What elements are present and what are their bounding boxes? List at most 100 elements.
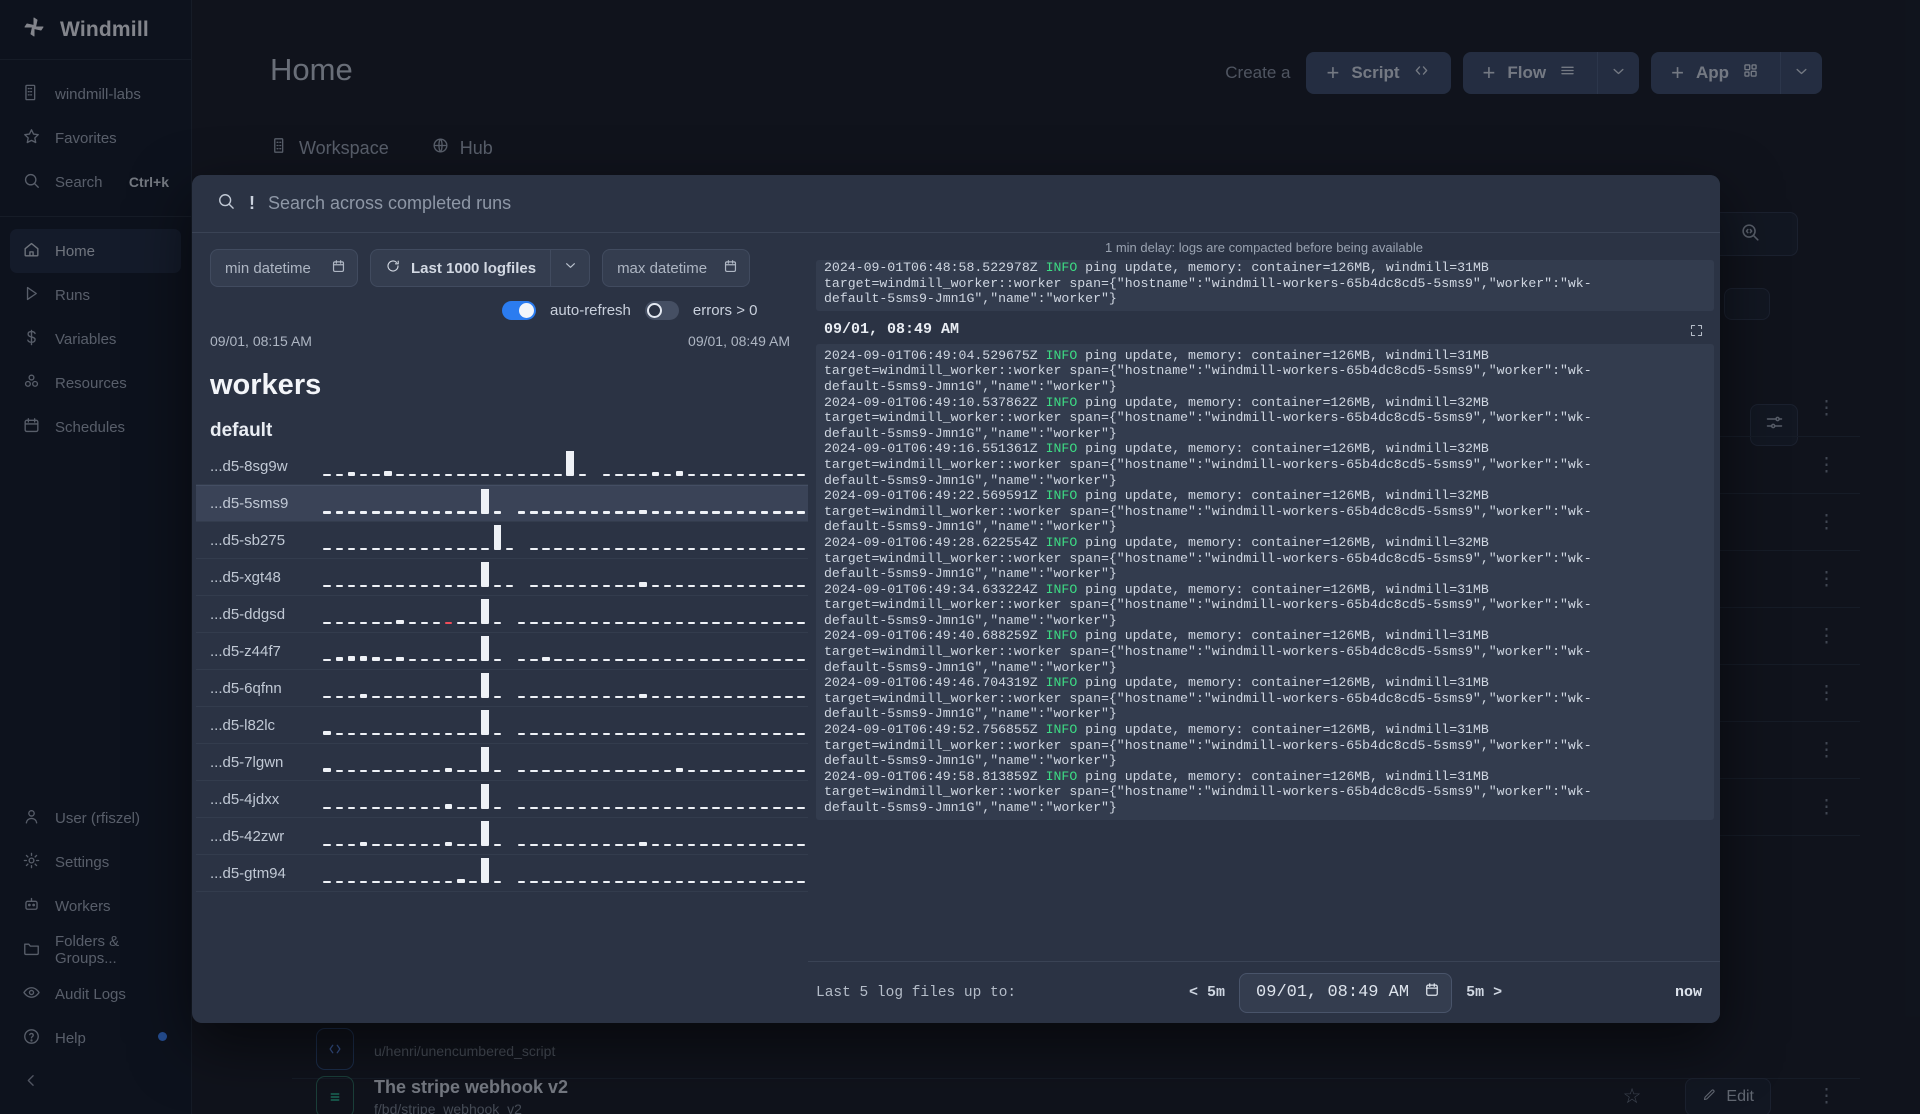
- worker-sparkline: [322, 451, 808, 481]
- worker-row[interactable]: ...d5-6qfnn: [196, 670, 808, 707]
- sparkline-bar: [384, 471, 392, 476]
- sparkline-bar: [420, 806, 429, 809]
- sparkline-bar: [384, 547, 392, 550]
- sparkline-bar: [469, 806, 477, 809]
- sparkline-bar: [736, 547, 745, 550]
- log-datetime-field[interactable]: 09/01, 08:49 AM: [1239, 972, 1453, 1013]
- sparkline-bar: [457, 658, 465, 661]
- calendar-icon[interactable]: [722, 258, 739, 279]
- sparkline-bar: [444, 658, 453, 661]
- sparkline-bar: [760, 547, 769, 550]
- sparkline-bar: [372, 843, 380, 846]
- sparkline-bar: [347, 843, 356, 846]
- sparkline-bar: [748, 880, 757, 883]
- now-button[interactable]: now: [1675, 984, 1702, 1001]
- logfiles-button[interactable]: Last 1000 logfiles: [370, 249, 551, 287]
- sparkline-bar: [773, 880, 781, 883]
- sparkline-bar: [542, 806, 550, 809]
- sparkline-bar: [566, 584, 574, 587]
- worker-row[interactable]: ...d5-7lgwn: [196, 744, 808, 781]
- worker-sparkline: [322, 784, 808, 814]
- calendar-icon[interactable]: [330, 258, 347, 279]
- worker-row[interactable]: ...d5-8sg9w: [196, 448, 808, 485]
- sparkline-bar: [724, 732, 732, 735]
- worker-row[interactable]: ...d5-l82lc: [196, 707, 808, 744]
- sparkline-bar: [773, 769, 781, 772]
- worker-row[interactable]: ...d5-ddgsd: [196, 596, 808, 633]
- auto-refresh-toggle[interactable]: [502, 301, 536, 320]
- sparkline-bar: [493, 525, 502, 550]
- log-delay-note: 1 min delay: logs are compacted before b…: [1105, 240, 1423, 255]
- max-datetime-field[interactable]: max datetime: [602, 249, 751, 287]
- sparkline-bar: [323, 473, 331, 476]
- worker-row[interactable]: ...d5-z44f7: [196, 633, 808, 670]
- sparkline-bar: [797, 806, 805, 809]
- search-input[interactable]: [268, 193, 1696, 214]
- sparkline-bar: [530, 547, 538, 550]
- sparkline-bar: [505, 473, 514, 476]
- worker-sparkline: [322, 821, 808, 851]
- worker-row[interactable]: ...d5-sb275: [196, 522, 808, 559]
- sparkline-bar: [602, 695, 611, 698]
- sparkline-bar: [773, 547, 781, 550]
- next-5m-button[interactable]: 5m >: [1466, 984, 1502, 1001]
- sparkline-bar: [359, 621, 368, 624]
- sparkline-bar: [663, 658, 672, 661]
- sparkline-bar: [773, 473, 781, 476]
- sparkline-bar: [663, 806, 672, 809]
- sparkline-bar: [675, 843, 684, 846]
- sparkline-bar: [748, 547, 757, 550]
- sparkline-bar: [627, 843, 635, 846]
- sparkline-bar: [700, 473, 708, 476]
- sparkline-bar: [384, 732, 392, 735]
- sparkline-bar: [530, 843, 538, 846]
- sparkline-bar: [542, 843, 550, 846]
- sparkline-bar: [602, 473, 611, 476]
- sparkline-bar: [602, 880, 611, 883]
- sparkline-bar: [663, 473, 672, 476]
- min-datetime-field[interactable]: min datetime: [210, 249, 358, 287]
- errors-toggle[interactable]: [644, 301, 679, 320]
- sparkline-bar: [748, 584, 757, 587]
- logfiles-dropdown-button[interactable]: [550, 249, 591, 287]
- prev-5m-button[interactable]: < 5m: [1189, 984, 1225, 1001]
- sparkline-bar: [639, 732, 647, 735]
- sparkline-bar: [590, 547, 599, 550]
- sparkline-bar: [627, 584, 635, 587]
- sparkline-bar: [444, 584, 453, 587]
- sparkline-bar: [493, 511, 502, 514]
- worker-row[interactable]: ...d5-xgt48: [196, 559, 808, 596]
- sparkline-bar: [566, 511, 574, 514]
- sparkline-bar: [724, 473, 732, 476]
- sparkline-bar: [481, 547, 489, 550]
- sparkline-bar: [639, 547, 647, 550]
- sparkline-bar: [469, 584, 477, 587]
- sparkline-bar: [335, 584, 344, 587]
- sparkline-bar: [323, 806, 331, 809]
- sparkline-bar: [663, 843, 672, 846]
- sparkline-bar: [566, 843, 574, 846]
- worker-row[interactable]: ...d5-4jdxx: [196, 781, 808, 818]
- sparkline-bar: [481, 821, 489, 846]
- worker-row[interactable]: ...d5-gtm94: [196, 855, 808, 892]
- sparkline-bar: [444, 511, 453, 514]
- sparkline-bar: [736, 806, 745, 809]
- sparkline-bar: [493, 584, 502, 587]
- sparkline-bar: [432, 473, 441, 476]
- sparkline-bar: [785, 880, 793, 883]
- chevron-down-icon: [562, 257, 579, 279]
- worker-row[interactable]: ...d5-5sms9: [196, 485, 808, 522]
- sparkline-bar: [335, 657, 344, 661]
- calendar-icon[interactable]: [1423, 981, 1441, 1005]
- sparkline-bar: [323, 547, 331, 550]
- worker-row[interactable]: ...d5-42zwr: [196, 818, 808, 855]
- log-scroll-area[interactable]: 2024-09-01T06:48:58.522978Z INFO ping up…: [808, 260, 1720, 961]
- min-datetime-placeholder: min datetime: [225, 259, 311, 277]
- sparkline-bar: [675, 471, 684, 476]
- sparkline-bar: [384, 511, 392, 514]
- sparkline-bar: [797, 695, 805, 698]
- sparkline-bar: [554, 621, 562, 624]
- worker-name: ...d5-7lgwn: [210, 753, 284, 771]
- sparkline-bar: [469, 547, 477, 550]
- expand-icon[interactable]: [1689, 323, 1704, 343]
